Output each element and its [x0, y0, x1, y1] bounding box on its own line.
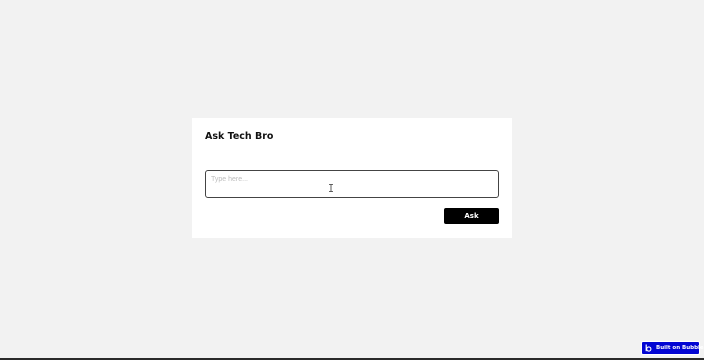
question-input[interactable]	[205, 170, 499, 198]
page: Ask Tech Bro Ask Built on Bubble	[0, 0, 704, 360]
badge-label: Built on Bubble	[656, 345, 704, 351]
ask-card: Ask Tech Bro Ask	[192, 118, 512, 238]
bubble-logo-icon	[645, 344, 652, 352]
ask-button[interactable]: Ask	[444, 208, 499, 224]
card-title: Ask Tech Bro	[205, 131, 274, 142]
built-on-bubble-badge[interactable]: Built on Bubble	[641, 341, 704, 355]
